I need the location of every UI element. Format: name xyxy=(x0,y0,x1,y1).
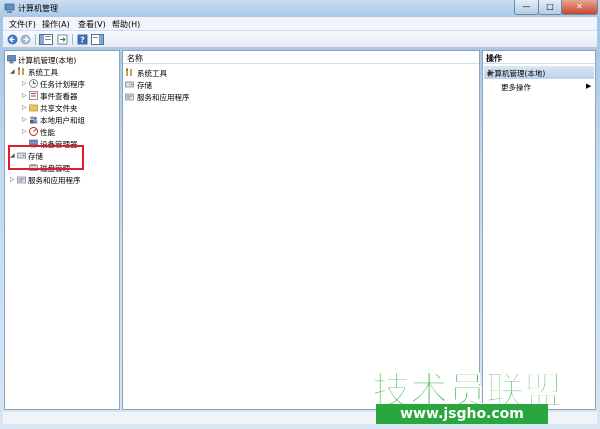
expand-arrow-icon[interactable]: ▷ xyxy=(22,116,28,124)
event-viewer-icon xyxy=(29,91,38,100)
results-pane: 名称 系统工具 存储 服务和应用程序 xyxy=(122,50,480,410)
storage-highlight-box xyxy=(8,145,84,170)
toolbar-separator xyxy=(35,34,36,45)
list-item-label: 存储 xyxy=(137,81,152,90)
tree-label: 共享文件夹 xyxy=(40,104,78,113)
services-icon xyxy=(17,176,26,184)
menu-file[interactable]: 文件(F) xyxy=(9,19,36,30)
help-icon[interactable]: ? xyxy=(77,34,88,45)
minimize-button[interactable]: — xyxy=(514,0,539,15)
tree-label: 服务和应用程序 xyxy=(28,176,81,185)
actions-title-label: 操作 xyxy=(486,54,502,63)
computer-management-icon xyxy=(4,3,15,13)
menu-help[interactable]: 帮助(H) xyxy=(112,19,140,30)
clock-icon xyxy=(29,79,38,88)
close-button[interactable]: ✕ xyxy=(561,0,598,15)
svg-text:?: ? xyxy=(80,36,85,45)
actions-pane: 操作 计算机管理(本地) ▲ 更多操作 ▶ xyxy=(482,50,596,410)
tree-node-event-viewer[interactable]: ▷ 事件查看器 xyxy=(22,90,119,102)
export-list-icon[interactable] xyxy=(57,34,68,45)
show-hide-tree-icon[interactable] xyxy=(39,34,53,45)
tree-node-task-scheduler[interactable]: ▷ 任务计划程序 xyxy=(22,78,119,90)
menu-action[interactable]: 操作(A) xyxy=(42,19,70,30)
users-icon xyxy=(30,116,38,124)
tree-label: 任务计划程序 xyxy=(40,80,85,89)
tree-node-root[interactable]: 计算机管理(本地) xyxy=(7,54,119,66)
back-arrow-icon[interactable] xyxy=(7,34,18,45)
list-item-label: 服务和应用程序 xyxy=(137,93,190,102)
tree-label: 本地用户和组 xyxy=(40,116,85,125)
tree-label: 事件查看器 xyxy=(40,92,78,101)
forward-arrow-icon[interactable] xyxy=(20,34,31,45)
menu-view[interactable]: 查看(V) xyxy=(78,19,106,30)
tree-label: 计算机管理(本地) xyxy=(18,56,77,65)
tree-node-system-tools[interactable]: ◢ 系统工具 xyxy=(10,66,118,78)
tools-icon xyxy=(126,68,132,76)
collapse-up-icon[interactable]: ▲ xyxy=(487,68,590,76)
maximize-button[interactable]: □ xyxy=(538,0,562,15)
expand-arrow-icon[interactable]: ▷ xyxy=(22,104,28,112)
computer-management-icon xyxy=(7,55,16,64)
toolbar-separator xyxy=(72,34,73,45)
list-item-label: 系统工具 xyxy=(137,69,167,78)
toolbar: ? xyxy=(3,31,597,48)
expand-arrow-icon[interactable]: ▷ xyxy=(22,128,28,136)
menu-bar: 文件(F) 操作(A) 查看(V) 帮助(H) xyxy=(3,17,597,31)
window-title: 计算机管理 xyxy=(18,4,58,13)
submenu-arrow-icon: ▶ xyxy=(586,82,592,90)
tree-node-performance[interactable]: ▷ 性能 xyxy=(22,126,119,138)
storage-icon xyxy=(125,81,134,88)
tree-node-local-users[interactable]: ▷ 本地用户和组 xyxy=(22,114,119,126)
performance-icon xyxy=(29,127,38,136)
expand-arrow-icon[interactable]: ▷ xyxy=(10,176,16,184)
tree-node-shared-folders[interactable]: ▷ 共享文件夹 xyxy=(22,102,119,114)
actions-title: 操作 xyxy=(483,51,595,64)
services-icon xyxy=(125,93,134,101)
list-item-system-tools[interactable]: 系统工具 xyxy=(125,67,245,79)
actions-section-header[interactable]: 计算机管理(本地) ▲ xyxy=(484,66,594,79)
tree-node-services-apps[interactable]: ▷ 服务和应用程序 xyxy=(10,174,118,186)
column-header-label: 名称 xyxy=(127,54,143,63)
expand-arrow-icon[interactable]: ▷ xyxy=(22,92,28,100)
show-hide-action-pane-icon[interactable] xyxy=(91,34,104,45)
tree-label: 性能 xyxy=(40,128,55,137)
shared-folder-icon xyxy=(29,104,38,112)
more-actions-item[interactable]: 更多操作 xyxy=(501,82,531,93)
list-item-storage[interactable]: 存储 xyxy=(125,79,245,91)
collapse-arrow-icon[interactable]: ◢ xyxy=(10,68,16,76)
tree-label: 系统工具 xyxy=(28,68,58,77)
tools-icon xyxy=(18,67,24,75)
expand-arrow-icon[interactable]: ▷ xyxy=(22,80,28,88)
watermark-url: www.jsgho.com xyxy=(376,404,548,424)
list-item-services-apps[interactable]: 服务和应用程序 xyxy=(125,91,245,103)
column-header-name[interactable]: 名称 xyxy=(123,51,479,64)
console-tree-pane: 计算机管理(本地) ◢ 系统工具 ▷ 任务计划程序 ▷ 事件查看器 ▷ 共享文件… xyxy=(4,50,120,410)
title-bar: 计算机管理 — □ ✕ xyxy=(0,0,600,17)
